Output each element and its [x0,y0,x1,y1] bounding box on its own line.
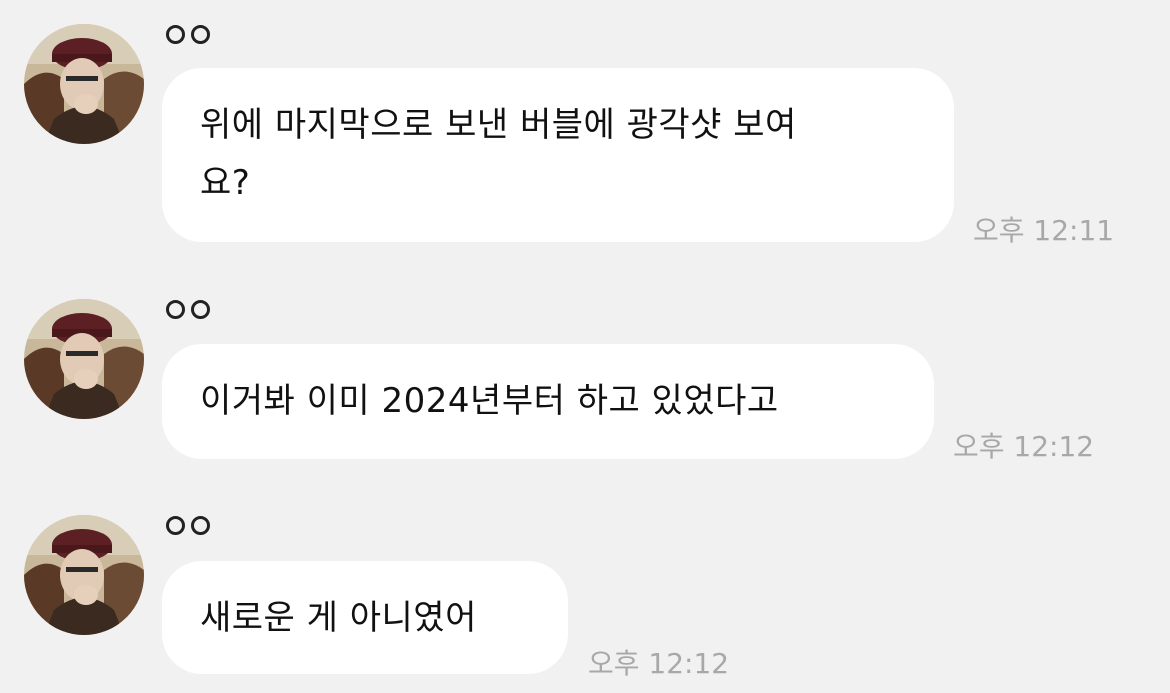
message-bubble[interactable]: 위에 마지막으로 보낸 버블에 광각샷 보여 요? [162,68,954,242]
timestamp: 오후 12:12 [588,647,730,680]
sender-name: ㅇㅇ [166,25,210,44]
message-text-line: 요? [200,163,251,203]
timestamp: 오후 12:11 [973,214,1115,247]
sender-name: ㅇㅇ [166,300,210,319]
sender-glyph [166,25,185,44]
sender-glyph [191,300,210,319]
message-text-line: 새로운 게 아니였어 [200,598,477,638]
sender-glyph [191,25,210,44]
sender-name: ㅇㅇ [166,516,210,535]
avatar-photo [24,515,144,635]
avatar-photo [24,24,144,144]
sender-glyph [166,300,185,319]
avatar[interactable] [24,515,144,635]
avatar[interactable] [24,299,144,419]
message-bubble[interactable]: 새로운 게 아니였어 [162,561,568,674]
avatar-photo [24,299,144,419]
message-bubble[interactable]: 이거봐 이미 2024년부터 하고 있었다고 [162,344,934,459]
sender-glyph [191,516,210,535]
avatar[interactable] [24,24,144,144]
message-text-line: 이거봐 이미 2024년부터 하고 있었다고 [200,381,779,421]
message-text-line: 위에 마지막으로 보낸 버블에 광각샷 보여 [200,105,797,145]
sender-glyph [166,516,185,535]
timestamp: 오후 12:12 [953,430,1095,463]
